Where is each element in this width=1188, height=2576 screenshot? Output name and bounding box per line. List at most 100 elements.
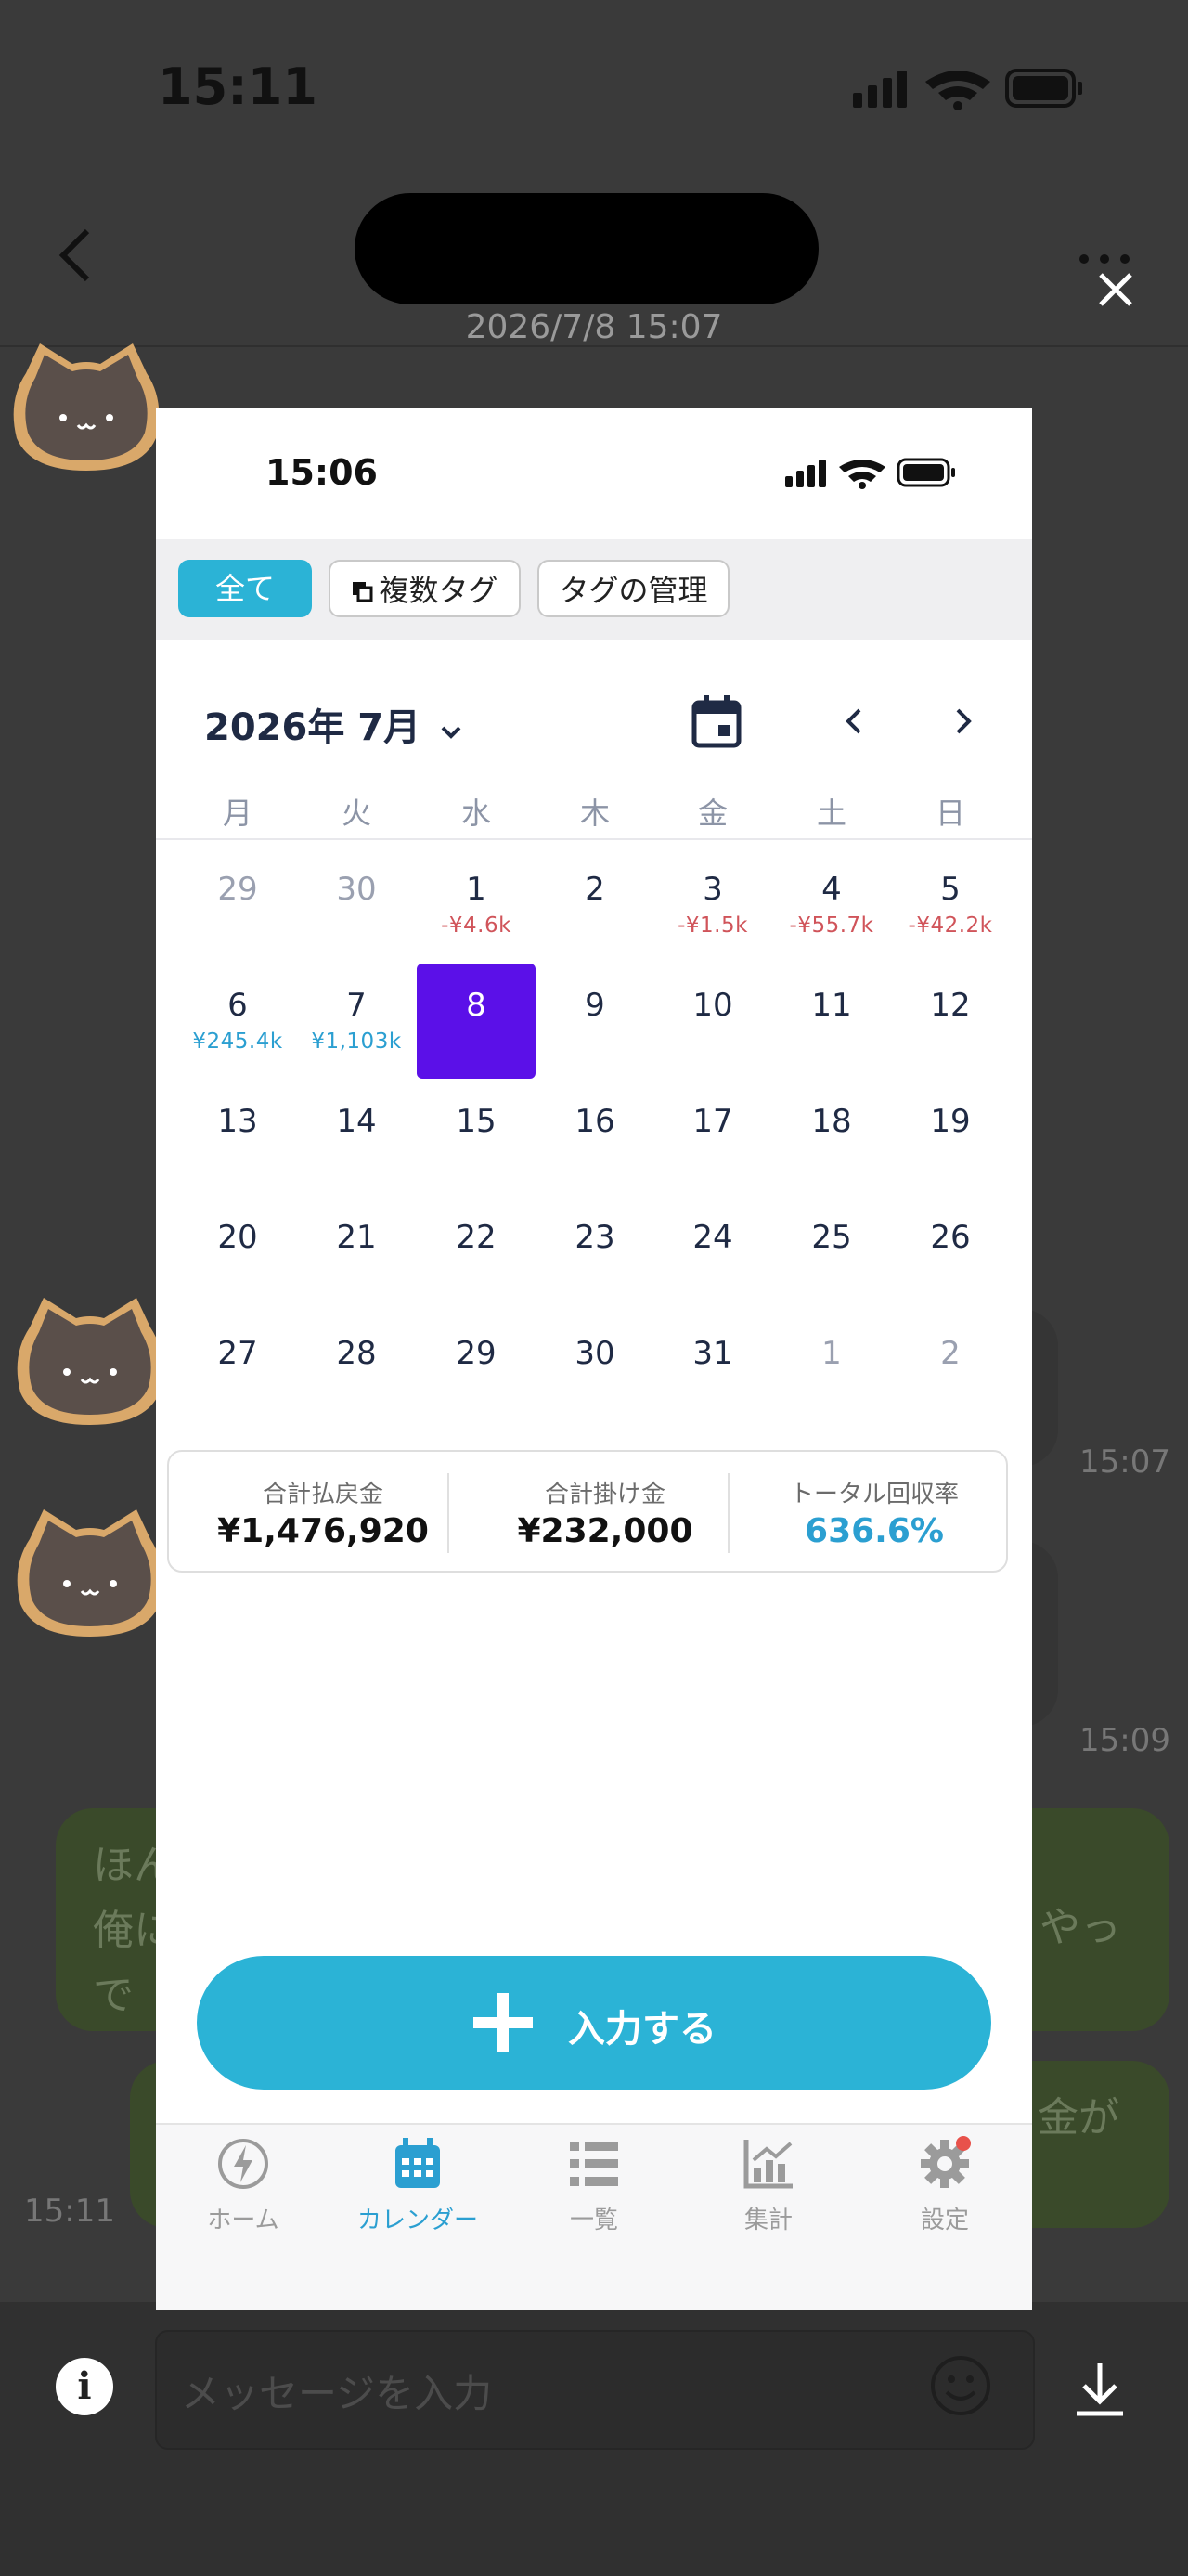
calendar-day[interactable]: 6 ¥245.4k (178, 987, 297, 1054)
calendar-day[interactable]: 20 (178, 1219, 297, 1256)
calendar-day[interactable]: 2 (536, 871, 654, 908)
calendar-day[interactable]: 19 (891, 1103, 1010, 1140)
day-number: 20 (217, 1219, 258, 1256)
weekday-label: 火 (341, 796, 371, 831)
calendar-day[interactable]: 30 (536, 1335, 654, 1372)
calendar-day[interactable]: 22 (417, 1219, 536, 1256)
calendar-day[interactable]: 26 (891, 1219, 1010, 1256)
day-number: 31 (692, 1335, 733, 1372)
calendar-day[interactable]: 24 (653, 1219, 772, 1256)
day-number: 10 (692, 987, 733, 1024)
tag-multi-button[interactable]: 複数タグ (329, 560, 521, 617)
chart-icon (681, 2136, 856, 2195)
calendar-day[interactable]: 8 (417, 987, 536, 1024)
status-icons (849, 65, 1091, 115)
weekday-label: 木 (579, 796, 610, 831)
calendar-day[interactable]: 29 (178, 871, 297, 908)
weekday-label: 金 (697, 796, 728, 831)
calendar-day[interactable]: 1 -¥4.6k (417, 871, 536, 938)
calendar-day[interactable]: 9 (536, 987, 654, 1024)
day-amount: -¥1.5k (678, 913, 748, 938)
return-rate-value: 636.6% (805, 1512, 944, 1550)
prev-month-icon[interactable] (843, 705, 865, 742)
info-icon[interactable]: i (56, 2358, 113, 2415)
calendar-day[interactable]: 30 (297, 871, 416, 908)
day-number: 7 (346, 987, 367, 1024)
tag-manage-button[interactable]: タグの管理 (537, 560, 730, 617)
day-number: 2 (940, 1335, 961, 1372)
day-amount: -¥42.2k (908, 913, 993, 938)
close-icon[interactable] (1095, 269, 1136, 314)
tab-item[interactable]: 一覧 (507, 2136, 681, 2235)
calendar-day[interactable]: 28 (297, 1335, 416, 1372)
calendar-day[interactable]: 18 (772, 1103, 891, 1140)
tab-item[interactable]: 集計 (681, 2136, 856, 2235)
day-number: 6 (227, 987, 248, 1024)
tab-label: カレンダー (356, 2207, 478, 2234)
tab-label: ホーム (207, 2207, 279, 2234)
calendar-day[interactable]: 13 (178, 1103, 297, 1140)
copy-icon (351, 563, 373, 621)
calendar-today-icon[interactable] (691, 693, 742, 753)
day-number: 29 (456, 1335, 497, 1372)
shared-screenshot: 15:06 全て 複数タグ タグの管理 2026年 7月 月 火 水 木 金 土… (156, 408, 1032, 2310)
calendar-day[interactable]: 23 (536, 1219, 654, 1256)
day-number: 19 (930, 1103, 971, 1140)
more-icon[interactable] (1078, 251, 1130, 268)
calendar-day[interactable]: 27 (178, 1335, 297, 1372)
calendar-day[interactable]: 14 (297, 1103, 416, 1140)
plus-icon (471, 1991, 535, 2058)
bet-label: 合計掛け金 (544, 1481, 665, 1508)
calendar-day[interactable]: 12 (891, 987, 1010, 1024)
back-chevron-icon[interactable] (58, 227, 95, 287)
day-amount: -¥4.6k (441, 913, 511, 938)
calendar-day[interactable]: 3 -¥1.5k (653, 871, 772, 938)
tab-item[interactable]: ホーム (156, 2136, 330, 2235)
status-icons (783, 456, 960, 493)
tag-all-button[interactable]: 全て (178, 560, 312, 617)
calendar-day[interactable]: 2 (891, 1335, 1010, 1372)
next-month-icon[interactable] (952, 705, 975, 742)
chat-bubble-text-tail: やっ (1040, 1904, 1121, 1951)
chevron-down-icon (439, 708, 463, 751)
month-title: 2026年 7月 (204, 706, 421, 749)
day-number: 15 (456, 1103, 497, 1140)
cat-avatar-icon (7, 336, 165, 479)
calendar-day[interactable]: 29 (417, 1335, 536, 1372)
tab-item[interactable]: カレンダー (330, 2136, 505, 2235)
day-number: 14 (336, 1103, 377, 1140)
day-number: 3 (703, 871, 723, 908)
calendar-day[interactable]: 16 (536, 1103, 654, 1140)
tab-label: 設定 (920, 2207, 969, 2234)
emoji-icon[interactable] (928, 2353, 993, 2422)
weekday-label: 土 (816, 796, 846, 831)
calendar-day[interactable]: 7 ¥1,103k (297, 987, 416, 1054)
month-selector[interactable]: 2026年 7月 (204, 697, 463, 751)
day-number: 5 (940, 871, 961, 908)
calendar-day[interactable]: 31 (653, 1335, 772, 1372)
return-rate-label: トータル回収率 (789, 1481, 959, 1508)
calendar-day[interactable]: 21 (297, 1219, 416, 1256)
day-amount: ¥245.4k (192, 1029, 283, 1054)
day-amount: -¥55.7k (789, 913, 874, 938)
calendar-day[interactable]: 11 (772, 987, 891, 1024)
calendar-day[interactable]: 25 (772, 1219, 891, 1256)
add-entry-button[interactable]: 入力する (197, 1956, 991, 2090)
summary-separator (728, 1473, 730, 1553)
status-time: 15:11 (158, 58, 317, 116)
payout-label: 合計払戻金 (262, 1481, 383, 1508)
calendar-day[interactable]: 15 (417, 1103, 536, 1140)
chat-time: 15:07 (1079, 1443, 1170, 1481)
calendar-day[interactable]: 10 (653, 987, 772, 1024)
calendar-day[interactable]: 1 (772, 1335, 891, 1372)
tab-item[interactable]: 設定 (858, 2136, 1032, 2235)
day-number: 17 (692, 1103, 733, 1140)
calendar-day[interactable]: 4 -¥55.7k (772, 871, 891, 938)
calendar-day[interactable]: 5 -¥42.2k (891, 871, 1010, 938)
payout-value: ¥1,476,920 (217, 1512, 429, 1550)
calendar-day[interactable]: 17 (653, 1103, 772, 1140)
download-icon[interactable] (1067, 2358, 1132, 2427)
summary-card (167, 1450, 1008, 1573)
day-number: 1 (466, 871, 486, 908)
day-number: 9 (585, 987, 605, 1024)
